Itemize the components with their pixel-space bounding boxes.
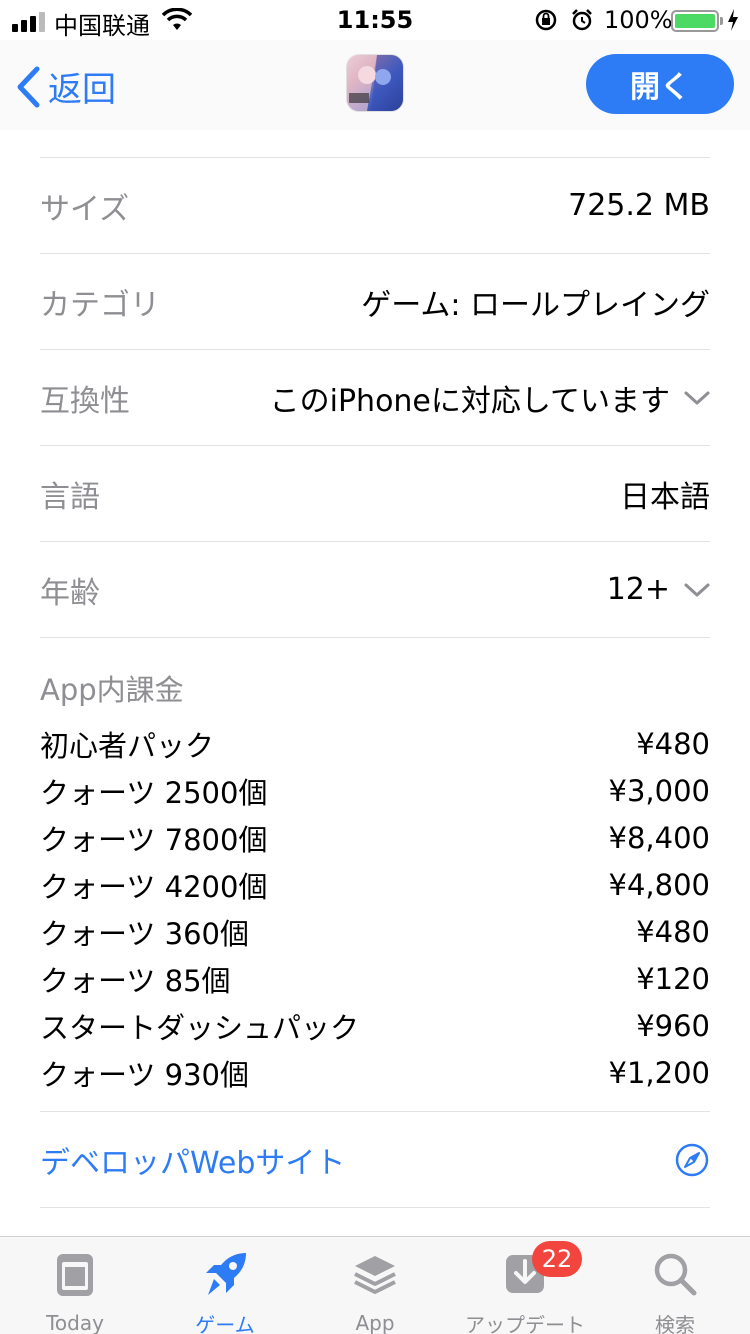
iap-item-name: クォーツ 2500個 <box>40 775 268 810</box>
iap-item-name: クォーツ 85個 <box>40 963 231 998</box>
tab-apps[interactable]: App <box>300 1237 450 1334</box>
language-label: 言語 <box>40 479 100 515</box>
tab-updates[interactable]: 22 アップデート <box>450 1237 600 1334</box>
category-label: カテゴリ <box>40 287 160 323</box>
iap-item: クォーツ 4200個 ¥4,800 <box>40 861 710 908</box>
tab-search[interactable]: 検索 <box>600 1237 750 1334</box>
iap-item-price: ¥4,800 <box>608 867 710 902</box>
today-icon <box>55 1251 95 1299</box>
status-bar: 中国联通 11:55 100% <box>0 0 750 40</box>
layers-icon <box>352 1251 398 1299</box>
battery-percentage: 100% <box>604 6 673 34</box>
search-icon <box>652 1251 698 1297</box>
app-icon <box>347 55 403 111</box>
iap-item-price: ¥120 <box>636 961 710 996</box>
compatibility-label: 互換性 <box>40 383 130 419</box>
rotation-lock-icon <box>534 8 558 38</box>
open-app-button[interactable]: 開く <box>586 54 734 114</box>
iap-title: App内課金 <box>40 673 184 707</box>
info-row-size: サイズ 725.2 MB <box>40 157 710 253</box>
age-value: 12+ <box>606 572 670 607</box>
tab-apps-label: App <box>355 1311 395 1334</box>
tab-today[interactable]: Today <box>0 1237 150 1334</box>
iap-item: クォーツ 2500個 ¥3,000 <box>40 767 710 814</box>
iap-item-name: クォーツ 7800個 <box>40 822 268 857</box>
chevron-down-icon[interactable] <box>684 390 710 406</box>
chevron-down-icon[interactable] <box>684 582 710 598</box>
iap-item-name: クォーツ 360個 <box>40 916 249 951</box>
alarm-icon <box>570 8 594 38</box>
iap-item: クォーツ 85個 ¥120 <box>40 955 710 1002</box>
iap-item-price: ¥480 <box>636 726 710 761</box>
iap-item: クォーツ 360個 ¥480 <box>40 908 710 955</box>
tab-games-label: ゲーム <box>195 1313 255 1334</box>
compass-icon <box>675 1143 709 1176</box>
iap-item-price: ¥8,400 <box>608 820 710 855</box>
iap-item-price: ¥960 <box>636 1008 710 1043</box>
battery-cap <box>720 17 723 25</box>
age-label: 年齢 <box>40 575 100 611</box>
tab-bar: Today ゲーム App 22 アップデート 検索 <box>0 1236 750 1334</box>
rocket-icon <box>202 1251 248 1297</box>
iap-item-price: ¥3,000 <box>608 773 710 808</box>
info-row-age[interactable]: 年齢 12+ <box>40 541 710 637</box>
iap-item: スタートダッシュパック ¥960 <box>40 1002 710 1049</box>
iap-item: クォーツ 7800個 ¥8,400 <box>40 814 710 861</box>
developer-website-link[interactable]: デベロッパWebサイト <box>40 1111 710 1208</box>
size-label: サイズ <box>40 191 130 227</box>
size-value: 725.2 MB <box>568 188 710 223</box>
back-label: 返回 <box>48 70 116 110</box>
tab-today-label: Today <box>46 1311 104 1334</box>
iap-item-name: 初心者パック <box>40 728 215 763</box>
tab-games[interactable]: ゲーム <box>150 1237 300 1334</box>
info-row-language: 言語 日本語 <box>40 445 710 541</box>
updates-badge: 22 <box>532 1241 582 1277</box>
in-app-purchases-section: App内課金 初心者パック ¥480 クォーツ 2500個 ¥3,000 クォーツ … <box>40 637 710 1096</box>
category-value: ゲーム: ロールプレイング <box>361 287 710 323</box>
charging-bolt-icon <box>727 8 739 38</box>
navigation-bar: 返回 開く <box>0 40 750 130</box>
developer-website-label: デベロッパWebサイト <box>40 1145 346 1181</box>
iap-item-price: ¥480 <box>636 914 710 949</box>
iap-item-name: スタートダッシュパック <box>40 1010 360 1045</box>
iap-item: クォーツ 930個 ¥1,200 <box>40 1049 710 1096</box>
battery-icon <box>671 10 719 32</box>
iap-item-name: クォーツ 930個 <box>40 1057 249 1092</box>
back-button[interactable]: 返回 <box>16 62 116 111</box>
info-row-category: カテゴリ ゲーム: ロールプレイング <box>40 253 710 349</box>
tab-updates-label: アップデート <box>465 1313 585 1334</box>
tab-search-label: 検索 <box>655 1313 695 1334</box>
app-information-list: サイズ 725.2 MB カテゴリ ゲーム: ロールプレイング 互換性 このiP… <box>40 157 710 637</box>
chevron-left-icon <box>17 66 40 107</box>
compatibility-value: このiPhoneに対応しています <box>269 383 670 419</box>
age-value-wrap: 12+ <box>607 572 710 607</box>
compatibility-value-wrap: このiPhoneに対応しています <box>270 376 710 420</box>
iap-item: 初心者パック ¥480 <box>40 720 710 767</box>
iap-item-price: ¥1,200 <box>608 1055 710 1090</box>
language-value: 日本語 <box>620 479 710 515</box>
info-row-compatibility[interactable]: 互換性 このiPhoneに対応しています <box>40 349 710 445</box>
iap-item-name: クォーツ 4200個 <box>40 869 268 904</box>
